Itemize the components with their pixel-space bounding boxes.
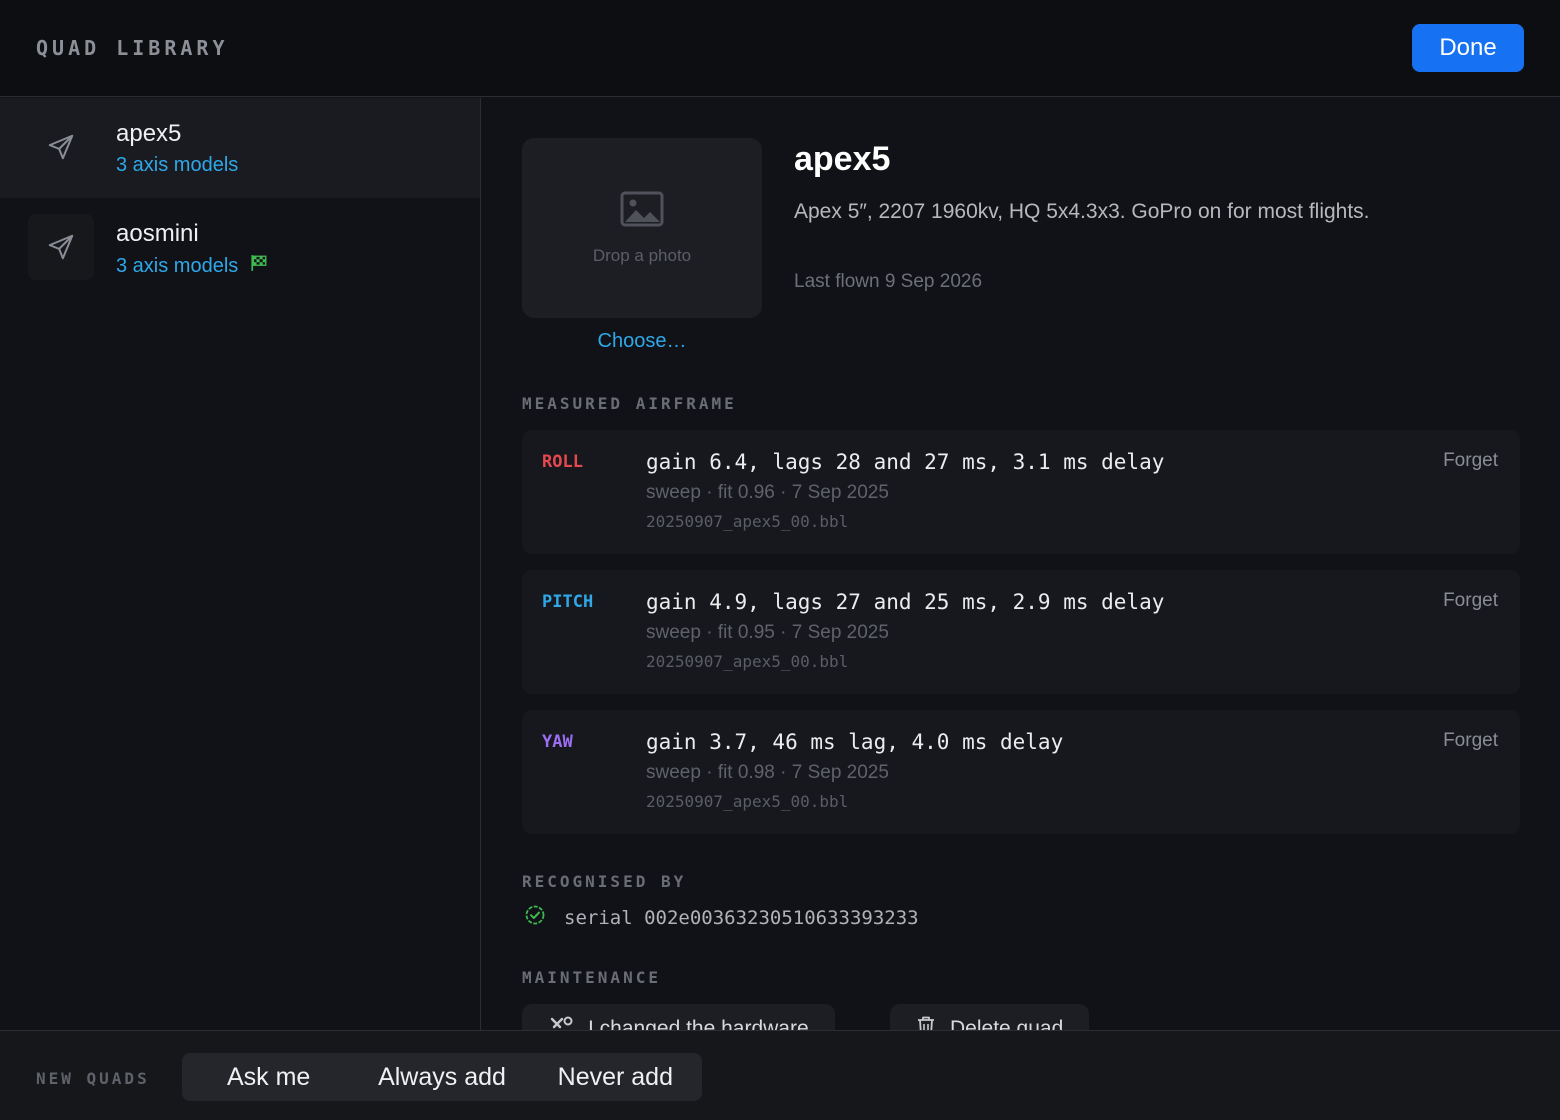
- axis-summary: gain 3.7, 46 ms lag, 4.0 ms delay: [646, 730, 1064, 754]
- axis-card-pitch: PITCH gain 4.9, lags 27 and 25 ms, 2.9 m…: [522, 570, 1520, 694]
- photo-placeholder-text: Drop a photo: [592, 245, 692, 265]
- axis-models-count: 3 axis models: [116, 254, 239, 277]
- quad-list-sidebar: apex5 3 axis models aosmini 3 axis model…: [0, 98, 481, 1030]
- app-title: QUAD LIBRARY: [36, 36, 229, 60]
- photo-drop-zone[interactable]: Drop a photo: [522, 138, 762, 318]
- option-never-add[interactable]: Never add: [529, 1063, 702, 1092]
- axis-label: YAW: [542, 732, 573, 752]
- axis-models-count: 3 axis models: [116, 154, 239, 176]
- checkered-flag-icon: [250, 254, 268, 278]
- quad-list-item-aosmini[interactable]: aosmini 3 axis models: [0, 198, 480, 298]
- quad-description[interactable]: Apex 5″, 2207 1960kv, HQ 5x4.3x3. GoPro …: [794, 200, 1370, 224]
- forget-button[interactable]: Forget: [1443, 450, 1498, 472]
- quad-subtitle: 3 axis models: [116, 254, 268, 278]
- new-quads-segmented-control: Ask me Always add Never add: [182, 1053, 702, 1101]
- done-button[interactable]: Done: [1412, 24, 1524, 72]
- new-quads-label: NEW QUADS: [36, 1069, 150, 1088]
- choose-photo-link[interactable]: Choose…: [522, 330, 762, 353]
- section-measured-airframe: MEASURED AIRFRAME: [522, 394, 737, 413]
- axis-summary: gain 4.9, lags 27 and 25 ms, 2.9 ms dela…: [646, 590, 1165, 614]
- axis-summary: gain 6.4, lags 28 and 27 ms, 3.1 ms dela…: [646, 450, 1165, 474]
- quad-detail-pane: Drop a photo Choose… apex5 Apex 5″, 2207…: [482, 98, 1560, 1030]
- changed-hardware-button[interactable]: I changed the hardware: [522, 1004, 835, 1030]
- axis-meta: sweep · fit 0.96 · 7 Sep 2025: [646, 482, 889, 503]
- option-always-add[interactable]: Always add: [355, 1063, 528, 1092]
- last-flown: Last flown 9 Sep 2026: [794, 271, 983, 292]
- axis-label: ROLL: [542, 452, 583, 472]
- delete-quad-label: Delete quad: [950, 1017, 1064, 1030]
- top-bar: QUAD LIBRARY Done: [0, 0, 1560, 97]
- option-ask-me[interactable]: Ask me: [182, 1063, 355, 1092]
- section-recognised-by: RECOGNISED BY: [522, 872, 687, 891]
- forget-button[interactable]: Forget: [1443, 730, 1498, 752]
- quad-list-item-apex5[interactable]: apex5 3 axis models: [0, 98, 480, 198]
- image-icon: [620, 191, 664, 232]
- forget-button[interactable]: Forget: [1443, 590, 1498, 612]
- quad-title: apex5: [794, 140, 891, 178]
- quad-subtitle: 3 axis models: [116, 154, 238, 177]
- serial-number: serial 002e00363230510633393233: [564, 906, 919, 929]
- axis-meta: sweep · fit 0.95 · 7 Sep 2025: [646, 622, 889, 643]
- quad-name: aosmini: [116, 220, 199, 247]
- paper-plane-icon: [28, 114, 94, 180]
- axis-label: PITCH: [542, 592, 594, 612]
- check-circle-icon: [524, 904, 546, 931]
- wrench-icon: [548, 1015, 574, 1030]
- axis-log-file: 20250907_apex5_00.bbl: [646, 792, 849, 811]
- quad-name: apex5: [116, 120, 182, 147]
- bottom-bar: NEW QUADS Ask me Always add Never add: [0, 1030, 1560, 1120]
- axis-log-file: 20250907_apex5_00.bbl: [646, 652, 849, 671]
- delete-quad-button[interactable]: Delete quad: [890, 1004, 1090, 1030]
- axis-card-yaw: YAW gain 3.7, 46 ms lag, 4.0 ms delay sw…: [522, 710, 1520, 834]
- axis-meta: sweep · fit 0.98 · 7 Sep 2025: [646, 762, 889, 783]
- axis-card-roll: ROLL gain 6.4, lags 28 and 27 ms, 3.1 ms…: [522, 430, 1520, 554]
- serial-row: serial 002e00363230510633393233: [524, 904, 919, 931]
- changed-hardware-label: I changed the hardware: [588, 1017, 809, 1030]
- section-maintenance: MAINTENANCE: [522, 968, 661, 987]
- trash-icon: [916, 1015, 936, 1030]
- axis-log-file: 20250907_apex5_00.bbl: [646, 512, 849, 531]
- paper-plane-icon: [28, 214, 94, 280]
